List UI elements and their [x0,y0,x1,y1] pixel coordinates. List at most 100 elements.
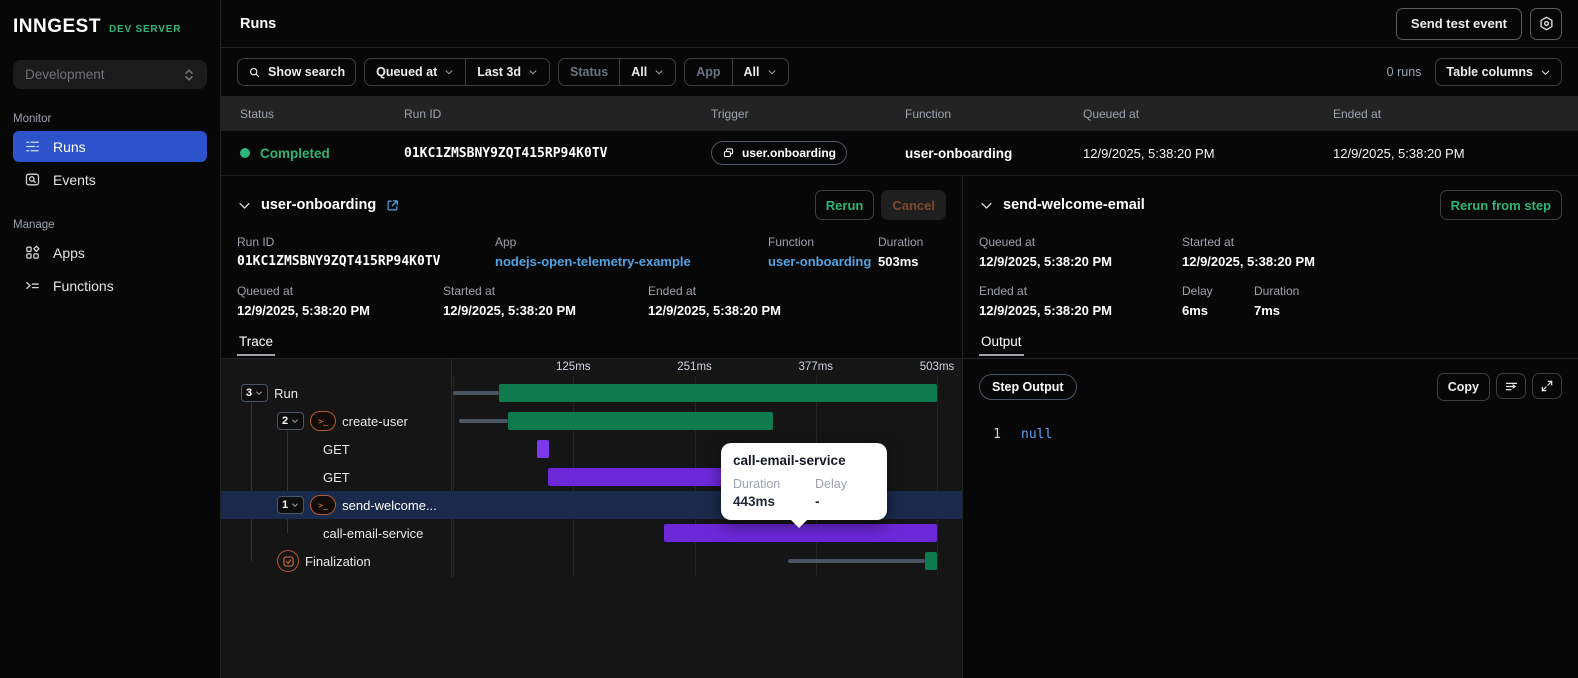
events-icon [24,171,41,188]
trace-delay-bar[interactable] [453,391,500,395]
trace-section: 125ms 251ms 377ms 503ms 3 Run 2 >_ create-user GE… [221,359,962,678]
run-details-tabbar: Trace [221,328,962,359]
trace-span-bar[interactable] [499,384,938,402]
table-row[interactable]: Completed 01KC1ZMSBNY9ZQT415RP94K0TV use… [221,131,1578,176]
trace-row-label: GET [323,441,350,457]
step-queued-field: Queued at 12/9/2025, 5:38:20 PM [979,235,1112,269]
started-at-field: Started at 12/9/2025, 5:38:20 PM [443,284,576,318]
app-link[interactable]: nodejs-open-telemetry-example [495,254,768,269]
expand-button[interactable] [1532,373,1562,399]
chevron-down-icon [655,70,663,75]
trace-row-label: call-email-service [323,525,424,541]
col-run-id: Run ID [404,107,442,121]
show-search-button[interactable]: Show search [237,58,357,86]
child-count-badge[interactable]: 3 [241,384,269,402]
rerun-button[interactable]: Rerun [814,190,875,220]
trace-row-tree: Finalization [277,547,371,575]
queued-at-field: Queued at 12/9/2025, 5:38:20 PM [237,284,370,318]
chevron-down-icon[interactable] [979,198,994,213]
status-dot [240,148,250,158]
trace-span-bar[interactable] [507,412,774,430]
time-range-dropdown[interactable]: Last 3d [465,59,549,85]
sidebar-item-events[interactable]: Events [13,164,207,195]
inngest-logo: INNGEST [13,16,101,37]
function-link[interactable]: user-onboarding [768,254,878,269]
search-icon [248,66,261,79]
step-started-field: Started at 12/9/2025, 5:38:20 PM [1182,235,1315,269]
runs-table-header: Status Run ID Trigger Function Queued at… [221,97,1578,131]
sidebar-item-apps[interactable]: Apps [13,237,207,268]
tab-trace[interactable]: Trace [237,328,276,356]
section-label-manage: Manage [13,219,55,231]
chevron-down-icon [292,419,298,423]
chevron-down-icon [1541,70,1550,75]
page-title: Runs [240,15,277,32]
expand-icon [1541,380,1553,392]
run-details-panel: user-onboarding Rerun Cancel Run ID 01KC… [221,176,963,678]
finalization-check-icon [277,550,299,572]
trace-row-label: GET [323,469,350,485]
trace-span-bar[interactable] [536,440,550,458]
trace-chart: 125ms 251ms 377ms 503ms 3 Run 2 >_ create-user GE… [221,359,962,589]
function-cell: user-onboarding [905,145,1013,161]
sidebar-item-functions[interactable]: Functions [13,270,207,301]
trace-row[interactable]: call-email-service [221,519,962,547]
ended-at-field: Ended at 12/9/2025, 5:38:20 PM [648,284,781,318]
app-filter-dropdown[interactable]: All [731,59,788,85]
status-filter-dropdown[interactable]: All [619,59,675,85]
chevron-down-icon [292,503,298,507]
wrap-text-button[interactable] [1496,373,1526,399]
send-test-event-button[interactable]: Send test event [1395,7,1522,40]
step-details-panel: send-welcome-email Rerun from step Queue… [963,176,1578,678]
select-chevrons-icon [183,68,195,82]
cancel-button[interactable]: Cancel [881,190,946,220]
app-window: INNGEST DEV SERVER Development Monitor R… [0,0,1578,678]
app-filter-label: App [696,65,721,79]
tab-output[interactable]: Output [979,328,1024,356]
time-field-dropdown[interactable]: Queued at [365,59,465,85]
output-value: null [1021,427,1053,442]
trace-row-label: Finalization [305,553,371,569]
chevron-down-icon[interactable] [237,198,252,213]
tooltip-title: call-email-service [733,453,846,468]
function-field: Function user-onboarding [768,235,878,269]
child-count-badge[interactable]: 1 [277,496,305,514]
sidebar-item-label: Events [53,171,96,188]
step-output-badge[interactable]: Step Output [979,374,1077,400]
trigger-pill[interactable]: user.onboarding [711,141,848,165]
external-link-icon[interactable] [385,198,400,213]
runs-count: 0 runs [1386,65,1422,79]
gear-icon [1538,15,1555,32]
ended-at-cell: 12/9/2025, 5:38:20 PM [1333,145,1465,161]
trace-row-tree: GET [323,435,350,463]
trace-row[interactable]: 2 >_ create-user [221,407,962,435]
col-queued-at: Queued at [1083,107,1140,121]
col-status: Status [240,107,275,121]
time-filter-group: Queued at Last 3d [364,58,551,86]
app-filter-group: App All [684,58,789,86]
trace-row[interactable]: 3 Run [221,379,962,407]
step-duration-field: Duration 7ms [1254,284,1300,318]
step-title: send-welcome-email [1003,197,1145,213]
trace-tooltip: call-email-service Duration Delay 443ms … [721,443,887,528]
sidebar-item-runs[interactable]: Runs [13,131,207,162]
table-columns-button[interactable]: Table columns [1435,58,1562,86]
trace-delay-bar[interactable] [787,559,925,563]
rerun-from-step-button[interactable]: Rerun from step [1439,190,1562,220]
run-id-field: Run ID 01KC1ZMSBNY9ZQT415RP94K0TV [237,235,495,269]
workspace-select[interactable]: Development [13,60,207,89]
status-filter-label: Status [570,65,609,79]
trace-row-tree: call-email-service [323,519,423,547]
output-section: Step Output Copy 1 null [963,359,1578,678]
trace-row[interactable]: Finalization [221,547,962,575]
trace-span-bar[interactable] [924,552,938,570]
filter-bar: Show search Queued at Last 3d Status All [221,48,1578,97]
sidebar-item-label: Apps [53,244,85,261]
settings-button[interactable] [1530,7,1562,40]
child-count-badge[interactable]: 2 [277,412,305,430]
trace-delay-bar[interactable] [458,419,508,423]
trace-span-bar[interactable] [548,468,733,486]
copy-button[interactable]: Copy [1436,373,1490,401]
col-function: Function [905,107,952,121]
wrap-text-icon [1505,382,1517,390]
